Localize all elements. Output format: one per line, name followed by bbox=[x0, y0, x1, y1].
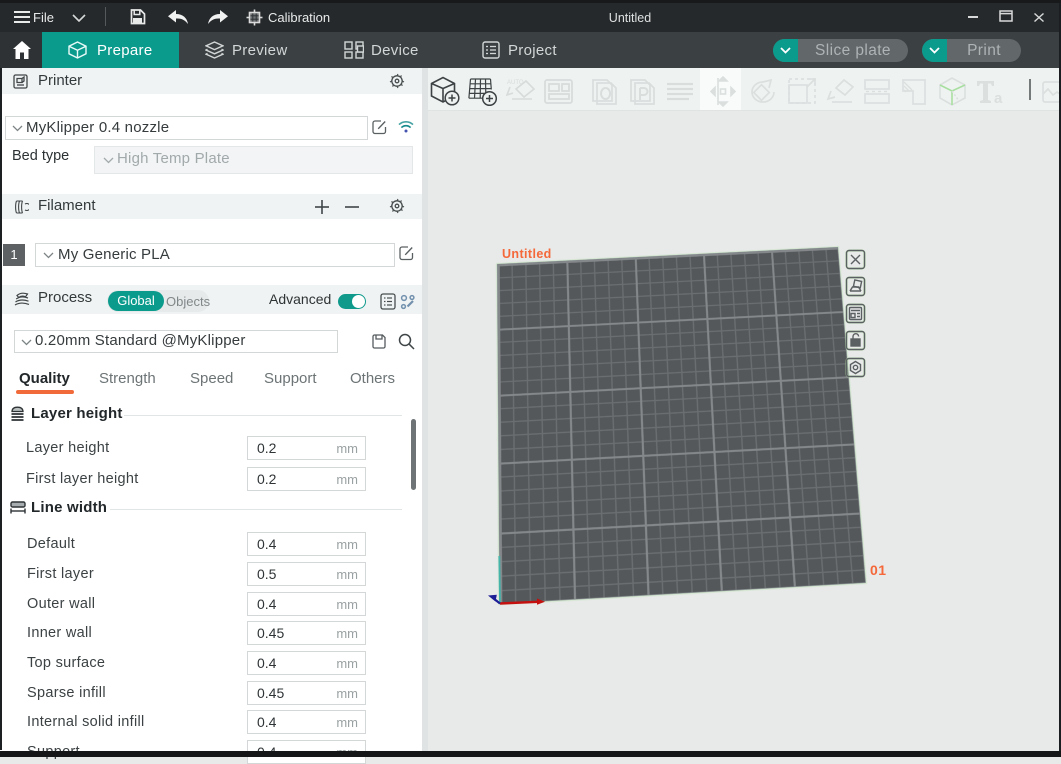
svg-text:a: a bbox=[994, 90, 1003, 105]
svg-text:AUTO: AUTO bbox=[507, 80, 524, 86]
